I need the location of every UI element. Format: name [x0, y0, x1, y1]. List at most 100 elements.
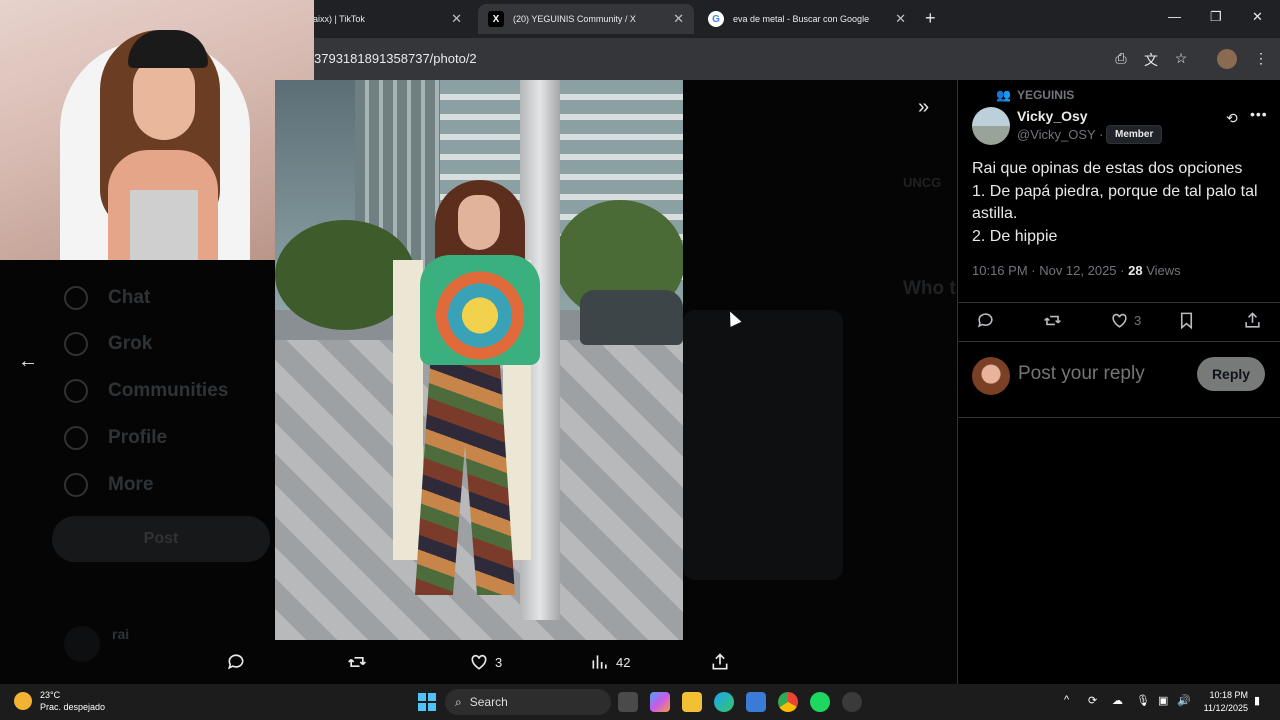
tweet-views-label: Views	[1146, 263, 1181, 278]
reply-button[interactable]	[226, 652, 246, 672]
nav-profile[interactable]: Profile	[64, 426, 167, 450]
reply-submit-button[interactable]: Reply	[1197, 357, 1265, 391]
expand-sidebar-icon[interactable]: »	[918, 96, 929, 119]
chrome-menu-icon[interactable]: ⋮	[1252, 50, 1270, 68]
post-button[interactable]: Post	[52, 516, 270, 562]
restore-button[interactable]: ❐	[1210, 9, 1222, 25]
photo-vest	[393, 260, 423, 560]
chat-icon	[64, 286, 88, 310]
like-count: 3	[495, 654, 503, 670]
more-icon	[64, 473, 88, 497]
tab-google[interactable]: G eva de metal - Buscar con Google ✕	[698, 4, 916, 34]
copilot-icon[interactable]	[650, 692, 670, 712]
cloud-icon[interactable]: ☁	[1112, 694, 1123, 707]
x-logo-icon: X	[488, 11, 504, 27]
google-icon: G	[708, 11, 724, 27]
reply-composer: Reply	[958, 342, 1280, 418]
close-icon[interactable]: ✕	[451, 11, 462, 27]
spotify-icon[interactable]	[810, 692, 830, 712]
photo-tie-dye-shirt	[420, 255, 540, 365]
edge-icon[interactable]	[714, 692, 734, 712]
reply-input[interactable]	[1018, 363, 1188, 385]
sync-icon[interactable]: ⟳	[1088, 694, 1097, 707]
share-button[interactable]	[710, 652, 730, 672]
system-clock[interactable]: 10:18 PM 11/12/2025	[1198, 689, 1248, 715]
volume-icon[interactable]: 🔊	[1177, 694, 1191, 707]
author-name[interactable]: Vicky_Osy	[1017, 108, 1088, 124]
bookmark-star-icon[interactable]: ☆	[1172, 50, 1190, 68]
community-icon: 👥	[996, 88, 1011, 102]
analytics-icon	[592, 655, 607, 669]
taskbar-search[interactable]: ⌕ Search	[445, 689, 611, 715]
photo-person-face	[458, 195, 500, 250]
tab-title: raixx) | TikTok	[310, 14, 365, 24]
streamer-face	[133, 58, 195, 140]
notification-icon[interactable]: ▮	[1254, 694, 1260, 707]
background-text: UNCG	[903, 175, 942, 190]
nav-more[interactable]: More	[64, 473, 153, 497]
author-avatar[interactable]	[972, 107, 1010, 145]
profile-icon	[64, 426, 88, 450]
tweet-photo[interactable]	[275, 80, 683, 640]
clock-date: 11/12/2025	[1203, 703, 1248, 713]
nav-grok[interactable]: Grok	[64, 332, 152, 356]
chrome-icon[interactable]	[778, 692, 798, 712]
more-options-icon[interactable]: •••	[1250, 106, 1268, 122]
tweet-detail-panel: 👥 YEGUINIS Vicky_Osy @Vicky_OSY · Member…	[957, 80, 1280, 684]
install-app-icon[interactable]: ⎙	[1112, 50, 1130, 68]
obs-icon[interactable]	[842, 692, 862, 712]
tab-title: eva de metal - Buscar con Google	[733, 14, 870, 24]
weather-condition: Prac. despejado	[40, 702, 106, 712]
repost-button[interactable]	[1043, 311, 1062, 330]
microphone-icon[interactable]: 🎙	[1136, 694, 1150, 707]
tab-tiktok[interactable]: raixx) | TikTok ✕	[300, 4, 472, 34]
weather-widget[interactable]: 23°C Prac. despejado	[14, 689, 105, 713]
tweet-line: 1. De papá piedra, porque de tal palo ta…	[972, 182, 1258, 200]
streamer-top	[130, 190, 198, 260]
tweet-line: 2. De hippie	[972, 227, 1058, 245]
network-icon[interactable]: ▣	[1158, 694, 1168, 707]
search-icon: ⌕	[455, 694, 462, 709]
close-icon[interactable]: ✕	[895, 11, 906, 27]
nav-communities[interactable]: Communities	[64, 379, 228, 403]
communities-icon	[64, 379, 88, 403]
bookmark-button[interactable]	[1177, 311, 1196, 330]
webcam-overlay	[0, 0, 314, 260]
views-button[interactable]: 42	[590, 652, 630, 672]
like-count: 3	[1134, 313, 1142, 328]
store-icon[interactable]	[746, 692, 766, 712]
new-tab-button[interactable]: +	[925, 8, 936, 29]
nav-chat[interactable]: Chat	[64, 286, 150, 310]
reply-icon	[977, 313, 993, 328]
grok-icon[interactable]: ⟲	[1226, 110, 1238, 127]
reply-button[interactable]	[976, 311, 995, 330]
repost-button[interactable]	[347, 652, 367, 672]
profile-avatar[interactable]	[1217, 49, 1237, 69]
like-button[interactable]: 3	[1110, 311, 1141, 330]
repost-icon	[1044, 315, 1061, 326]
photo-car	[580, 290, 683, 345]
my-avatar	[972, 357, 1010, 395]
file-explorer-icon[interactable]	[682, 692, 702, 712]
back-arrow-icon[interactable]: ←	[18, 350, 38, 373]
tweet-meta: 10:16 PM · Nov 12, 2025 · 28 Views	[972, 263, 1181, 278]
community-label[interactable]: 👥 YEGUINIS	[996, 88, 1074, 102]
translate-icon[interactable]: 文	[1142, 50, 1160, 68]
tab-x-community[interactable]: X (20) YEGUINIS Community / X ✕	[478, 4, 694, 34]
tweet-views-count: 28	[1128, 263, 1143, 278]
like-button[interactable]: 3	[469, 652, 502, 672]
start-button[interactable]	[418, 693, 436, 711]
tray-chevron-icon[interactable]: ^	[1064, 694, 1069, 706]
minimize-button[interactable]: —	[1168, 9, 1181, 24]
tweet-timestamp[interactable]: 10:16 PM · Nov 12, 2025 ·	[972, 263, 1124, 278]
address-bar[interactable]: 3793181891358737/photo/2	[314, 51, 477, 66]
author-handle[interactable]: @Vicky_OSY ·	[1017, 127, 1103, 142]
tweet-line: astilla.	[972, 205, 1018, 222]
close-icon[interactable]: ✕	[673, 11, 684, 27]
share-button[interactable]	[1243, 311, 1262, 330]
window-close-button[interactable]: ✕	[1252, 9, 1263, 25]
tweet-text: Rai que opinas de estas dos opciones 1. …	[972, 158, 1272, 248]
task-view-icon[interactable]	[618, 692, 638, 712]
search-label: Search	[469, 695, 508, 709]
view-count: 42	[616, 654, 631, 670]
